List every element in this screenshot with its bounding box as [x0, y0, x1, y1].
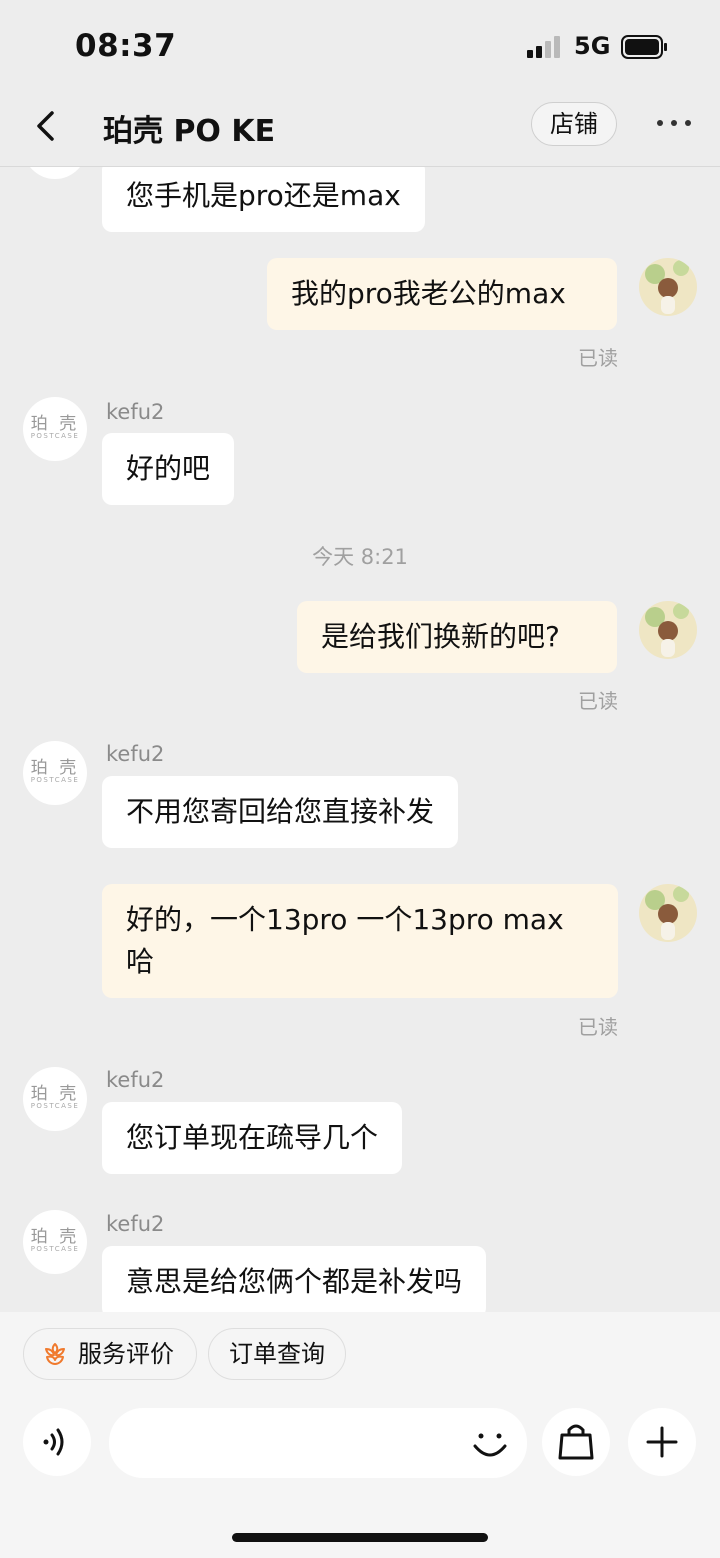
sender-name: kefu2: [106, 1068, 165, 1092]
message-list[interactable]: 您手机是pro还是max 我的pro我老公的max 已读 珀 壳 POSTCAS…: [0, 167, 720, 1312]
message-bubble[interactable]: 您手机是pro还是max: [102, 167, 425, 232]
message-bubble[interactable]: 是给我们换新的吧?: [297, 601, 617, 673]
shop-avatar-logo: 珀 壳: [30, 414, 80, 434]
message-bubble[interactable]: 您订单现在疏导几个: [102, 1102, 403, 1174]
shop-avatar[interactable]: [23, 167, 87, 179]
status-bar: 08:37 5G: [0, 0, 720, 96]
plus-button[interactable]: [628, 1408, 696, 1476]
status-time: 08:37: [75, 28, 177, 64]
message-input[interactable]: [109, 1408, 527, 1478]
shop-avatar[interactable]: 珀 壳 POSTCASE: [23, 741, 87, 805]
read-status: 已读: [578, 1015, 618, 1039]
shop-avatar-brand: POSTCASE: [30, 1245, 80, 1253]
network-type: 5G: [574, 32, 611, 60]
emoji-icon[interactable]: [470, 1424, 510, 1464]
order-query-button[interactable]: 订单查询: [208, 1328, 346, 1380]
sender-name: kefu2: [106, 742, 165, 766]
chat-header: 珀壳 PO KE 店铺: [0, 96, 720, 167]
shop-avatar-logo: 珀 壳: [30, 758, 80, 778]
read-status: 已读: [578, 346, 618, 370]
more-icon[interactable]: [656, 118, 692, 128]
chip-label: 服务评价: [78, 1340, 174, 1368]
shop-button[interactable]: 店铺: [531, 102, 617, 146]
message-bubble[interactable]: 不用您寄回给您直接补发: [102, 776, 459, 848]
product-button[interactable]: [542, 1408, 610, 1476]
user-avatar[interactable]: [639, 884, 697, 942]
plus-icon: [646, 1426, 678, 1458]
signal-icon: [527, 36, 563, 58]
read-status: 已读: [578, 689, 618, 713]
chevron-left-icon[interactable]: [28, 108, 64, 144]
user-avatar[interactable]: [639, 601, 697, 659]
shop-avatar-logo: 珀 壳: [30, 1084, 80, 1104]
shop-avatar-brand: POSTCASE: [30, 776, 80, 784]
flower-icon: [45, 1343, 65, 1365]
shop-avatar[interactable]: 珀 壳 POSTCASE: [23, 397, 87, 461]
message-bubble[interactable]: 好的，一个13pro 一个13pro max 哈: [102, 884, 618, 998]
message-bubble[interactable]: 意思是给您俩个都是补发吗: [102, 1246, 487, 1312]
battery-icon: [621, 35, 667, 59]
voice-button[interactable]: [23, 1408, 91, 1476]
home-indicator: [232, 1533, 488, 1542]
shop-avatar[interactable]: 珀 壳 POSTCASE: [23, 1067, 87, 1131]
message-bubble[interactable]: 好的吧: [102, 433, 235, 505]
service-rating-button[interactable]: 服务评价: [23, 1328, 197, 1380]
voice-icon: [43, 1428, 64, 1456]
sender-name: kefu2: [106, 1212, 165, 1236]
shopping-bag-icon: [558, 1424, 594, 1460]
shop-avatar-brand: POSTCASE: [30, 432, 80, 440]
timestamp: 今天 8:21: [312, 545, 408, 569]
shop-avatar[interactable]: 珀 壳 POSTCASE: [23, 1210, 87, 1274]
shop-avatar-logo: 珀 壳: [30, 1227, 80, 1247]
chat-title: 珀壳 PO KE: [103, 114, 276, 149]
sender-name: kefu2: [106, 400, 165, 424]
bottom-panel: 服务评价 订单查询: [0, 1312, 720, 1558]
user-avatar[interactable]: [639, 258, 697, 316]
message-bubble[interactable]: 我的pro我老公的max: [267, 258, 617, 330]
shop-avatar-brand: POSTCASE: [30, 1102, 80, 1110]
